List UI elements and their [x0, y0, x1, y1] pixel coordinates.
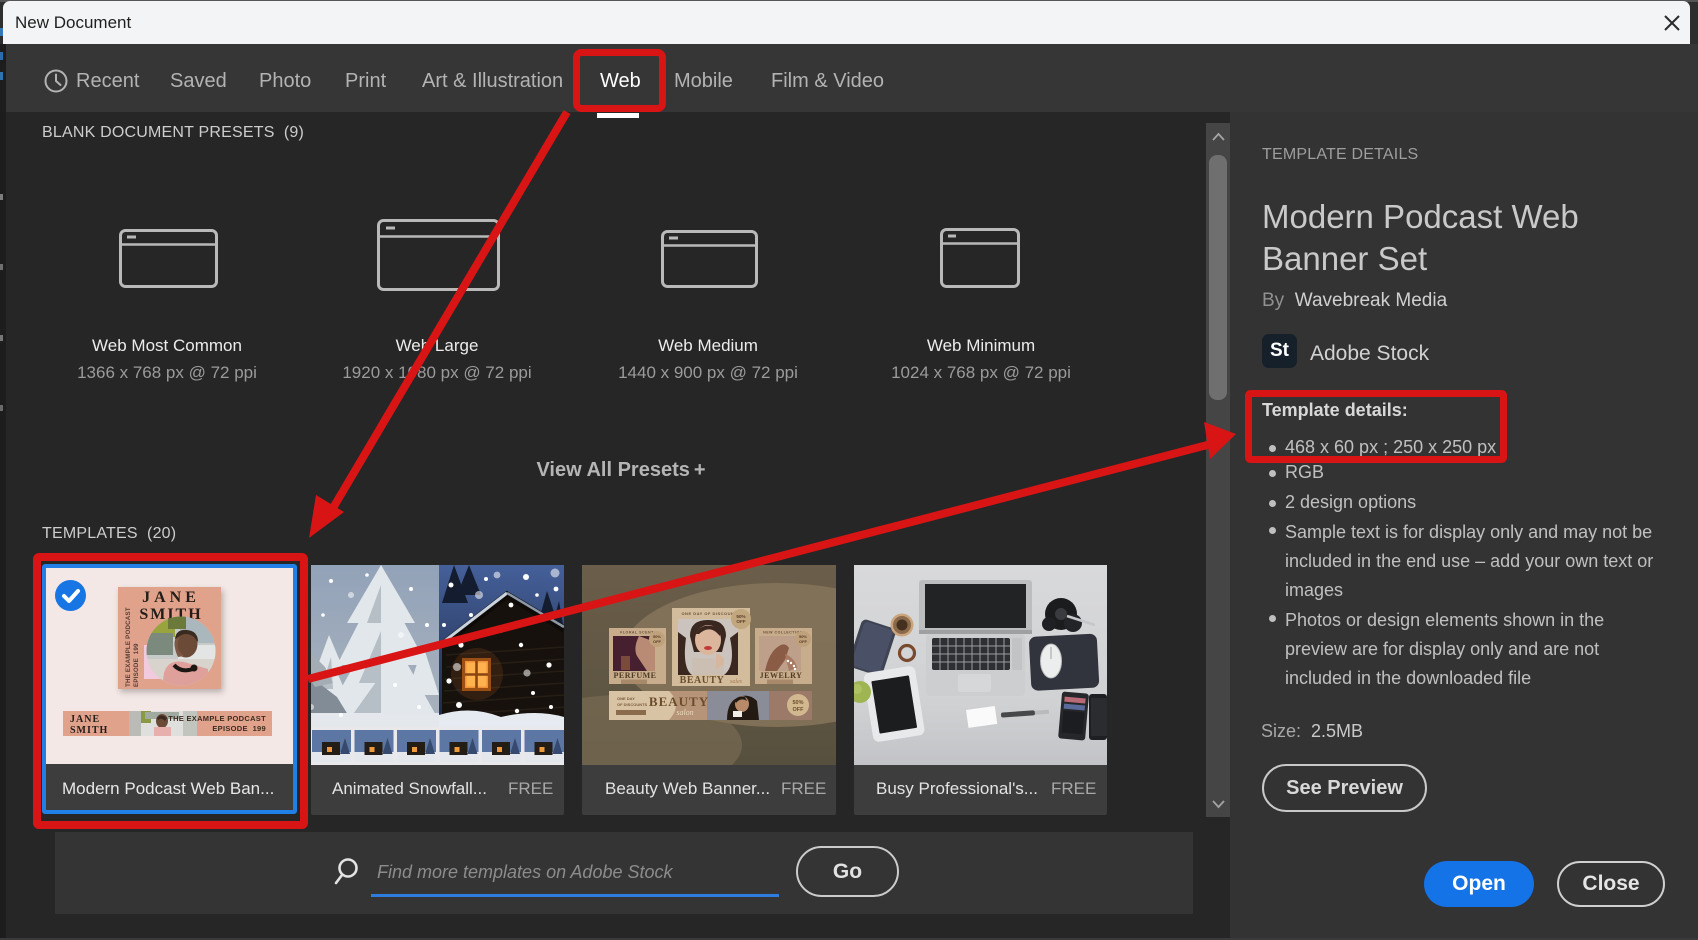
svg-text:PERFUME: PERFUME: [613, 671, 656, 680]
svg-text:JEWELRY: JEWELRY: [760, 671, 803, 680]
svg-text:EPISODE 199: EPISODE 199: [133, 643, 140, 687]
svg-text:SMITH: SMITH: [70, 725, 108, 736]
svg-text:ONE DAY: ONE DAY: [617, 696, 635, 701]
svg-text:OFF: OFF: [736, 619, 745, 624]
svg-text:OFF: OFF: [799, 639, 808, 644]
svg-text:OFF: OFF: [793, 707, 805, 713]
svg-text:50%: 50%: [792, 700, 803, 706]
svg-text:JANE: JANE: [142, 589, 200, 606]
svg-text:BEAUTY: BEAUTY: [649, 694, 709, 709]
svg-text:OFF: OFF: [653, 639, 662, 644]
svg-text:JANE: JANE: [70, 714, 100, 725]
svg-text:THE EXAMPLE PODCAST: THE EXAMPLE PODCAST: [125, 607, 132, 687]
svg-text:ONE DAY OF DISCOUNTS: ONE DAY OF DISCOUNTS: [681, 611, 740, 616]
svg-text:FLORAL SCENT: FLORAL SCENT: [620, 631, 654, 635]
svg-text:EPISODE 199: EPISODE 199: [212, 724, 266, 733]
svg-text:OF DISCOUNTS: OF DISCOUNTS: [617, 702, 648, 707]
svg-text:salon: salon: [676, 708, 693, 717]
svg-text:BEAUTY: BEAUTY: [680, 675, 725, 686]
svg-text:sales: sales: [730, 679, 743, 685]
svg-text:THE EXAMPLE PODCAST: THE EXAMPLE PODCAST: [168, 714, 266, 723]
